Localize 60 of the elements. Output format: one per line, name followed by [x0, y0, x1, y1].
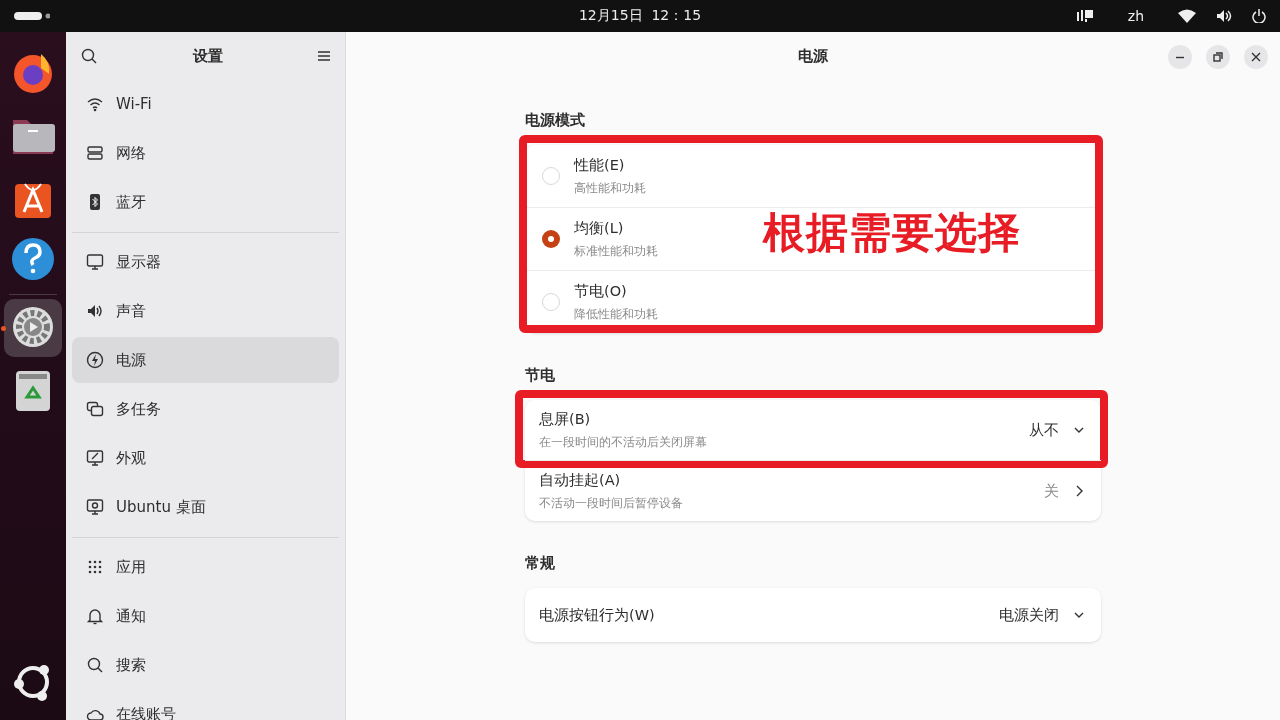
- bell-icon: [86, 607, 104, 625]
- row-label[interactable]: 电源按钮行为(W): [539, 605, 655, 625]
- running-indicator: [1, 326, 6, 331]
- speaker-icon: [1216, 9, 1232, 23]
- sidebar-item[interactable]: 多任务: [72, 386, 339, 432]
- sidebar-item[interactable]: 通知: [72, 593, 339, 639]
- monitor-icon: [86, 498, 104, 516]
- restore-icon: [1213, 52, 1223, 62]
- clock[interactable]: 12月15日 12：15: [578, 7, 702, 25]
- annotation-text: 根据需要选择: [763, 207, 1021, 259]
- dropdown-value[interactable]: 从不: [1029, 420, 1059, 440]
- wifi-icon: [1178, 9, 1196, 23]
- sidebar-item[interactable]: Ubuntu 桌面: [72, 484, 339, 530]
- sidebar-item[interactable]: 搜索: [72, 642, 339, 688]
- status-icon: [1075, 8, 1094, 24]
- monitor-icon: [86, 449, 104, 467]
- row-description: 在一段时间的不活动后关闭屏幕: [539, 433, 707, 451]
- sidebar-item[interactable]: 声音: [72, 288, 339, 334]
- row-label[interactable]: 节电(O): [574, 281, 627, 301]
- row-description: 不活动一段时间后暂停设备: [539, 494, 683, 512]
- radio-button[interactable]: [542, 230, 560, 248]
- menu-icon[interactable]: [317, 50, 331, 62]
- dock-item[interactable]: [4, 299, 62, 357]
- row-label[interactable]: 息屏(B): [539, 409, 591, 429]
- row-description: 降低性能和功耗: [574, 305, 658, 323]
- dropdown-value[interactable]: 电源关闭: [999, 605, 1059, 625]
- input-method[interactable]: zh: [1127, 8, 1144, 24]
- window-title: 电源: [798, 46, 828, 66]
- section-heading: 常规: [525, 553, 556, 574]
- wifi-icon: [86, 95, 104, 113]
- search-icon[interactable]: [80, 47, 98, 65]
- sidebar-title: 设置: [191, 46, 224, 66]
- search-icon: [86, 656, 104, 674]
- sidebar-item[interactable]: 在线账号: [72, 691, 339, 720]
- row-value: 关: [1044, 481, 1059, 501]
- sidebar-item[interactable]: 显示器: [72, 239, 339, 285]
- section-heading: 节电: [525, 365, 556, 386]
- grid-icon: [86, 558, 104, 576]
- close-icon: [1251, 52, 1261, 62]
- close-button[interactable]: [1244, 45, 1268, 69]
- network-icon: [86, 144, 104, 162]
- sidebar-item[interactable]: 外观: [72, 435, 339, 481]
- section-heading: 电源模式: [525, 110, 586, 131]
- sidebar-item[interactable]: 应用: [72, 544, 339, 590]
- row-description: 高性能和功耗: [574, 179, 646, 197]
- row-label[interactable]: 均衡(L): [574, 218, 624, 238]
- monitor-icon: [86, 253, 104, 271]
- windows-icon: [86, 400, 104, 418]
- sidebar-item[interactable]: Wi-Fi: [72, 81, 339, 127]
- maximize-button[interactable]: [1206, 45, 1230, 69]
- sidebar-item[interactable]: 电源: [72, 337, 339, 383]
- row-label[interactable]: 自动挂起(A): [539, 470, 621, 490]
- workspace-indicator-icon: [14, 12, 50, 20]
- row-label[interactable]: 性能(E): [574, 155, 625, 175]
- row-description: 标准性能和功耗: [574, 242, 658, 260]
- help-icon: [11, 236, 55, 282]
- sidebar-item[interactable]: 蓝牙: [72, 179, 339, 225]
- power-icon: [1252, 9, 1266, 23]
- sidebar-item[interactable]: 网络: [72, 130, 339, 176]
- lightning-icon: [86, 351, 104, 369]
